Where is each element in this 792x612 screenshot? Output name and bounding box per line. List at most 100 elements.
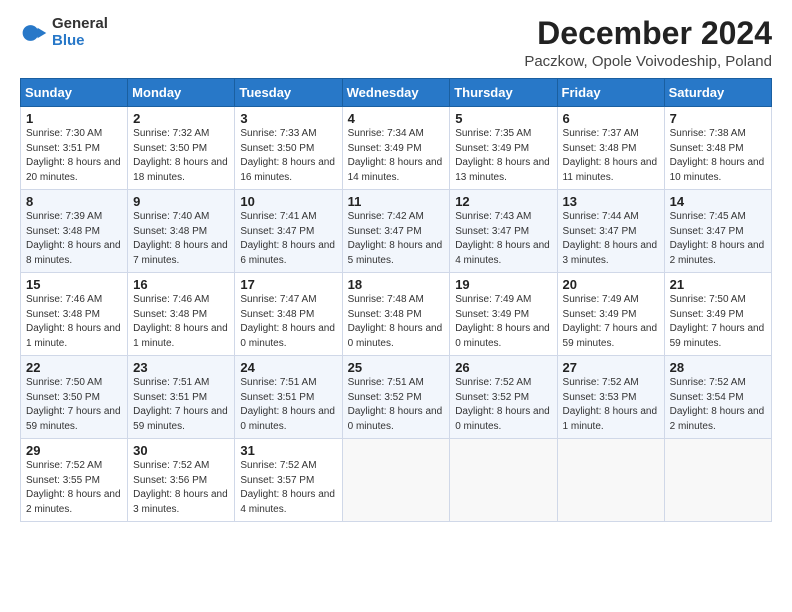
day-detail: Sunrise: 7:51 AMSunset: 3:51 PMDaylight:…: [133, 376, 229, 434]
day-detail: Sunrise: 7:39 AMSunset: 3:48 PMDaylight:…: [26, 210, 122, 268]
day-number: 11: [348, 194, 445, 209]
calendar-cell: [664, 439, 771, 522]
calendar-cell: 20Sunrise: 7:49 AMSunset: 3:49 PMDayligh…: [557, 273, 664, 356]
calendar-week-row: 8Sunrise: 7:39 AMSunset: 3:48 PMDaylight…: [21, 190, 772, 273]
calendar-table: SundayMondayTuesdayWednesdayThursdayFrid…: [20, 78, 772, 522]
day-detail: Sunrise: 7:52 AMSunset: 3:55 PMDaylight:…: [26, 459, 122, 517]
day-detail: Sunrise: 7:52 AMSunset: 3:53 PMDaylight:…: [563, 376, 659, 434]
logo-icon: [20, 19, 48, 47]
calendar-cell: 31Sunrise: 7:52 AMSunset: 3:57 PMDayligh…: [235, 439, 342, 522]
day-number: 15: [26, 277, 122, 292]
day-detail: Sunrise: 7:37 AMSunset: 3:48 PMDaylight:…: [563, 127, 659, 185]
day-number: 1: [26, 111, 122, 126]
calendar-cell: [450, 439, 557, 522]
day-detail: Sunrise: 7:41 AMSunset: 3:47 PMDaylight:…: [240, 210, 336, 268]
day-number: 2: [133, 111, 229, 126]
day-detail: Sunrise: 7:44 AMSunset: 3:47 PMDaylight:…: [563, 210, 659, 268]
day-number: 26: [455, 360, 551, 375]
calendar-cell: 23Sunrise: 7:51 AMSunset: 3:51 PMDayligh…: [128, 356, 235, 439]
day-number: 17: [240, 277, 336, 292]
day-detail: Sunrise: 7:38 AMSunset: 3:48 PMDaylight:…: [670, 127, 766, 185]
calendar-cell: 19Sunrise: 7:49 AMSunset: 3:49 PMDayligh…: [450, 273, 557, 356]
calendar-cell: 26Sunrise: 7:52 AMSunset: 3:52 PMDayligh…: [450, 356, 557, 439]
column-header-thursday: Thursday: [450, 79, 557, 107]
day-detail: Sunrise: 7:51 AMSunset: 3:52 PMDaylight:…: [348, 376, 445, 434]
day-number: 9: [133, 194, 229, 209]
day-detail: Sunrise: 7:52 AMSunset: 3:54 PMDaylight:…: [670, 376, 766, 434]
logo: General Blue: [20, 16, 108, 49]
calendar-cell: 28Sunrise: 7:52 AMSunset: 3:54 PMDayligh…: [664, 356, 771, 439]
day-number: 7: [670, 111, 766, 126]
calendar-cell: 2Sunrise: 7:32 AMSunset: 3:50 PMDaylight…: [128, 107, 235, 190]
calendar-cell: 12Sunrise: 7:43 AMSunset: 3:47 PMDayligh…: [450, 190, 557, 273]
calendar-cell: 6Sunrise: 7:37 AMSunset: 3:48 PMDaylight…: [557, 107, 664, 190]
day-number: 22: [26, 360, 122, 375]
calendar-cell: 18Sunrise: 7:48 AMSunset: 3:48 PMDayligh…: [342, 273, 450, 356]
day-detail: Sunrise: 7:34 AMSunset: 3:49 PMDaylight:…: [348, 127, 445, 185]
logo-text: General Blue: [52, 16, 108, 49]
day-detail: Sunrise: 7:42 AMSunset: 3:47 PMDaylight:…: [348, 210, 445, 268]
day-detail: Sunrise: 7:46 AMSunset: 3:48 PMDaylight:…: [26, 293, 122, 351]
day-detail: Sunrise: 7:47 AMSunset: 3:48 PMDaylight:…: [240, 293, 336, 351]
column-header-sunday: Sunday: [21, 79, 128, 107]
day-detail: Sunrise: 7:52 AMSunset: 3:56 PMDaylight:…: [133, 459, 229, 517]
day-detail: Sunrise: 7:40 AMSunset: 3:48 PMDaylight:…: [133, 210, 229, 268]
day-number: 28: [670, 360, 766, 375]
calendar-week-row: 1Sunrise: 7:30 AMSunset: 3:51 PMDaylight…: [21, 107, 772, 190]
calendar-week-row: 22Sunrise: 7:50 AMSunset: 3:50 PMDayligh…: [21, 356, 772, 439]
day-number: 27: [563, 360, 659, 375]
logo-blue-text: Blue: [52, 33, 108, 50]
calendar-cell: [342, 439, 450, 522]
day-detail: Sunrise: 7:30 AMSunset: 3:51 PMDaylight:…: [26, 127, 122, 185]
day-detail: Sunrise: 7:32 AMSunset: 3:50 PMDaylight:…: [133, 127, 229, 185]
calendar-cell: 30Sunrise: 7:52 AMSunset: 3:56 PMDayligh…: [128, 439, 235, 522]
calendar-cell: 16Sunrise: 7:46 AMSunset: 3:48 PMDayligh…: [128, 273, 235, 356]
day-number: 3: [240, 111, 336, 126]
day-number: 31: [240, 443, 336, 458]
day-number: 12: [455, 194, 551, 209]
calendar-cell: 17Sunrise: 7:47 AMSunset: 3:48 PMDayligh…: [235, 273, 342, 356]
page-header: General Blue December 2024 Paczkow, Opol…: [20, 16, 772, 70]
column-header-tuesday: Tuesday: [235, 79, 342, 107]
day-detail: Sunrise: 7:50 AMSunset: 3:49 PMDaylight:…: [670, 293, 766, 351]
calendar-cell: 11Sunrise: 7:42 AMSunset: 3:47 PMDayligh…: [342, 190, 450, 273]
day-detail: Sunrise: 7:35 AMSunset: 3:49 PMDaylight:…: [455, 127, 551, 185]
calendar-week-row: 15Sunrise: 7:46 AMSunset: 3:48 PMDayligh…: [21, 273, 772, 356]
calendar-cell: 4Sunrise: 7:34 AMSunset: 3:49 PMDaylight…: [342, 107, 450, 190]
calendar-week-row: 29Sunrise: 7:52 AMSunset: 3:55 PMDayligh…: [21, 439, 772, 522]
day-number: 8: [26, 194, 122, 209]
day-detail: Sunrise: 7:48 AMSunset: 3:48 PMDaylight:…: [348, 293, 445, 351]
calendar-subtitle: Paczkow, Opole Voivodeship, Poland: [524, 53, 772, 70]
calendar-cell: 24Sunrise: 7:51 AMSunset: 3:51 PMDayligh…: [235, 356, 342, 439]
calendar-cell: 14Sunrise: 7:45 AMSunset: 3:47 PMDayligh…: [664, 190, 771, 273]
day-number: 5: [455, 111, 551, 126]
day-number: 23: [133, 360, 229, 375]
day-number: 21: [670, 277, 766, 292]
day-detail: Sunrise: 7:52 AMSunset: 3:57 PMDaylight:…: [240, 459, 336, 517]
calendar-cell: [557, 439, 664, 522]
day-number: 30: [133, 443, 229, 458]
calendar-cell: 5Sunrise: 7:35 AMSunset: 3:49 PMDaylight…: [450, 107, 557, 190]
day-number: 20: [563, 277, 659, 292]
calendar-cell: 22Sunrise: 7:50 AMSunset: 3:50 PMDayligh…: [21, 356, 128, 439]
calendar-cell: 15Sunrise: 7:46 AMSunset: 3:48 PMDayligh…: [21, 273, 128, 356]
day-number: 6: [563, 111, 659, 126]
column-header-monday: Monday: [128, 79, 235, 107]
calendar-cell: 1Sunrise: 7:30 AMSunset: 3:51 PMDaylight…: [21, 107, 128, 190]
day-detail: Sunrise: 7:45 AMSunset: 3:47 PMDaylight:…: [670, 210, 766, 268]
calendar-header-row: SundayMondayTuesdayWednesdayThursdayFrid…: [21, 79, 772, 107]
day-number: 4: [348, 111, 445, 126]
day-number: 10: [240, 194, 336, 209]
calendar-cell: 27Sunrise: 7:52 AMSunset: 3:53 PMDayligh…: [557, 356, 664, 439]
day-detail: Sunrise: 7:49 AMSunset: 3:49 PMDaylight:…: [563, 293, 659, 351]
calendar-cell: 7Sunrise: 7:38 AMSunset: 3:48 PMDaylight…: [664, 107, 771, 190]
calendar-cell: 3Sunrise: 7:33 AMSunset: 3:50 PMDaylight…: [235, 107, 342, 190]
day-detail: Sunrise: 7:49 AMSunset: 3:49 PMDaylight:…: [455, 293, 551, 351]
day-number: 14: [670, 194, 766, 209]
day-number: 25: [348, 360, 445, 375]
column-header-friday: Friday: [557, 79, 664, 107]
day-detail: Sunrise: 7:52 AMSunset: 3:52 PMDaylight:…: [455, 376, 551, 434]
day-number: 13: [563, 194, 659, 209]
column-header-saturday: Saturday: [664, 79, 771, 107]
day-detail: Sunrise: 7:33 AMSunset: 3:50 PMDaylight:…: [240, 127, 336, 185]
